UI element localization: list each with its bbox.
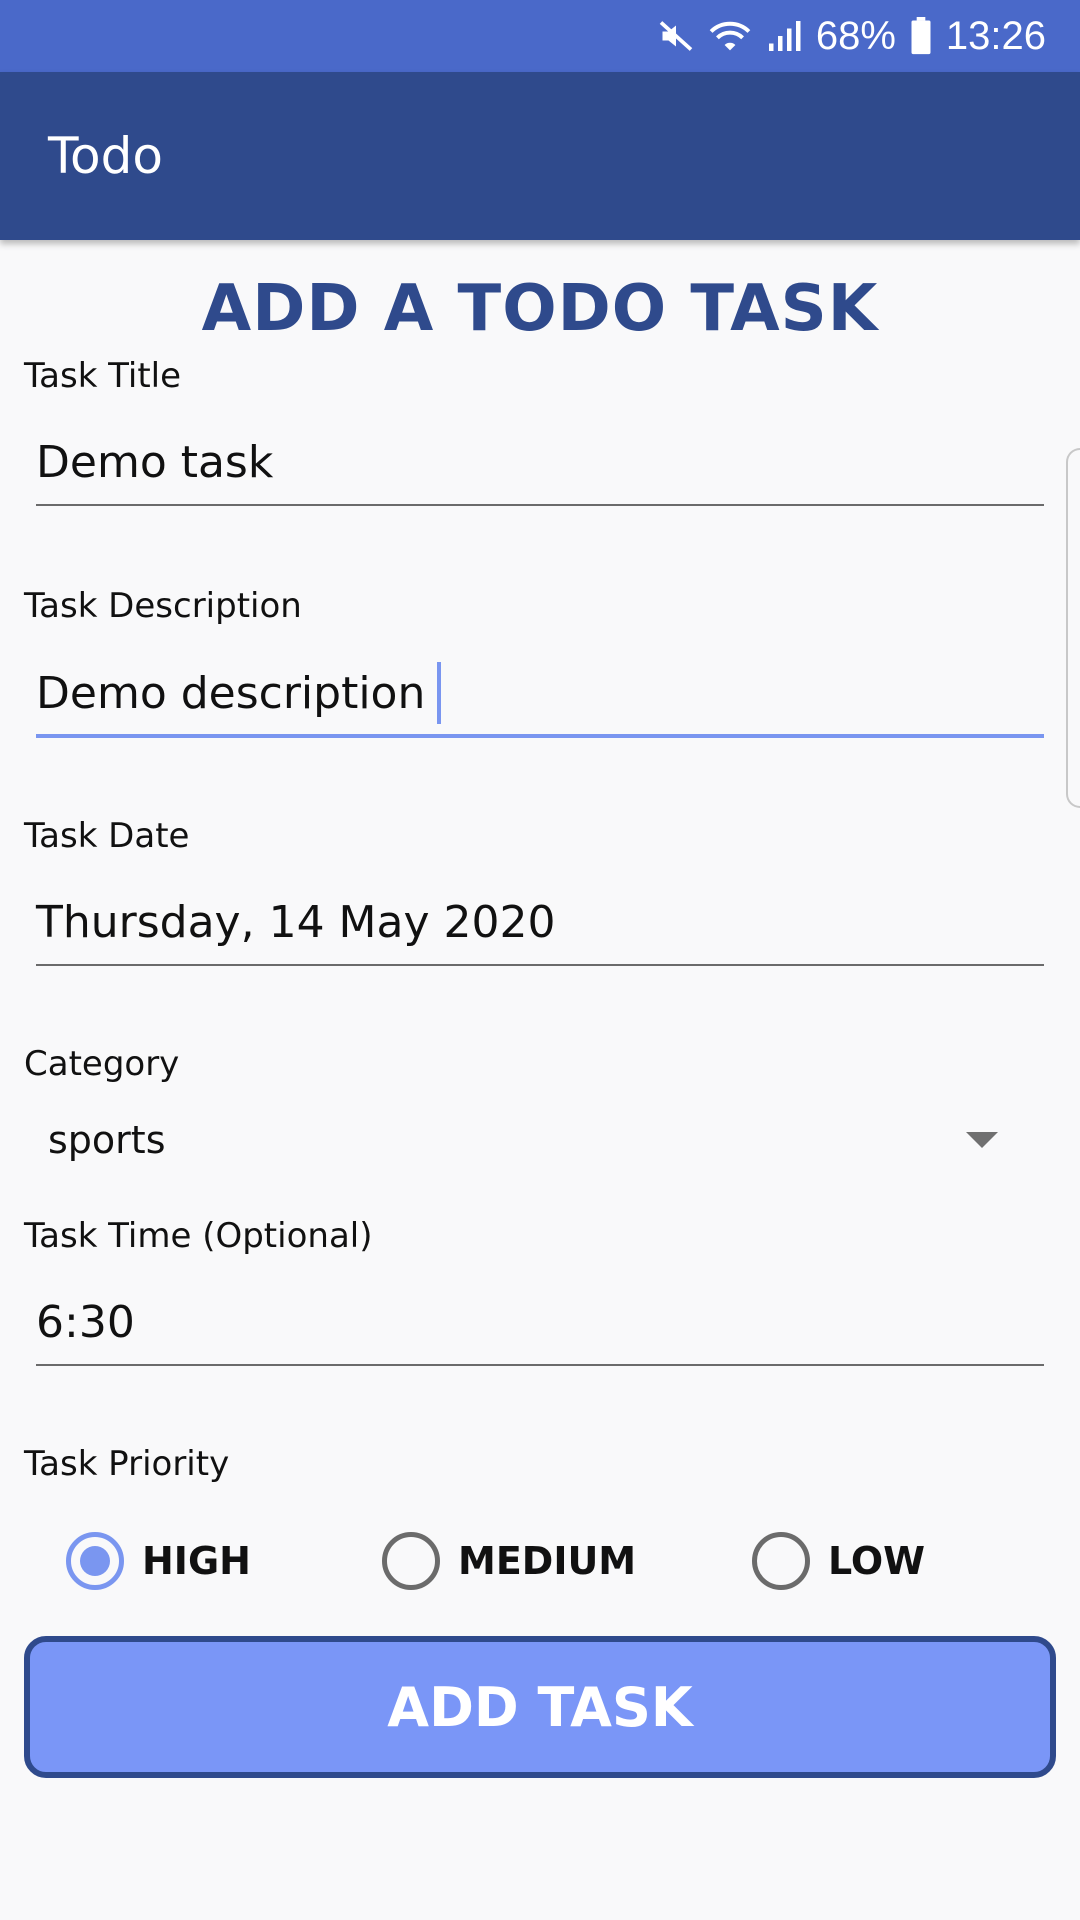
text-cursor xyxy=(437,662,442,724)
mute-icon xyxy=(658,18,694,54)
app-title: Todo xyxy=(48,127,163,185)
priority-medium-label: MEDIUM xyxy=(458,1539,637,1583)
priority-high-label: HIGH xyxy=(142,1539,251,1583)
priority-low-label: LOW xyxy=(828,1539,926,1583)
category-label: Category xyxy=(24,1044,180,1084)
radio-unchecked-icon xyxy=(382,1532,440,1590)
task-title-label: Task Title xyxy=(24,356,182,396)
radio-checked-icon xyxy=(66,1532,124,1590)
app-bar: Todo xyxy=(0,72,1080,240)
status-bar: 68% 13:26 xyxy=(0,0,1080,72)
task-description-input[interactable]: Demo description xyxy=(36,652,1044,738)
category-value: sports xyxy=(48,1118,166,1162)
task-date-label: Task Date xyxy=(24,816,190,856)
priority-low-radio[interactable]: LOW xyxy=(752,1532,925,1590)
task-priority-label: Task Priority xyxy=(24,1444,230,1484)
task-date-input[interactable]: Thursday, 14 May 2020 xyxy=(36,880,1044,966)
task-title-input[interactable]: Demo task xyxy=(36,420,1044,506)
task-description-value: Demo description xyxy=(36,667,426,719)
battery-percent: 68% xyxy=(815,13,896,58)
battery-icon xyxy=(910,17,932,55)
category-dropdown[interactable]: sports xyxy=(48,1100,1008,1180)
task-description-label: Task Description xyxy=(24,586,302,626)
page-title: ADD A TODO TASK xyxy=(201,272,879,346)
priority-high-radio[interactable]: HIGH xyxy=(66,1532,251,1590)
wifi-icon xyxy=(708,18,752,54)
scroll-handle[interactable] xyxy=(1066,448,1080,808)
add-task-button[interactable]: ADD TASK xyxy=(24,1636,1056,1778)
task-time-value: 6:30 xyxy=(36,1296,135,1348)
clock: 13:26 xyxy=(945,13,1046,58)
task-title-value: Demo task xyxy=(36,436,274,488)
radio-unchecked-icon xyxy=(752,1532,810,1590)
priority-medium-radio[interactable]: MEDIUM xyxy=(382,1532,636,1590)
task-time-input[interactable]: 6:30 xyxy=(36,1280,1044,1366)
priority-radio-group: HIGH MEDIUM LOW xyxy=(0,1532,1080,1596)
dropdown-arrow-icon xyxy=(966,1132,998,1148)
task-date-value: Thursday, 14 May 2020 xyxy=(36,896,556,948)
signal-icon xyxy=(766,18,802,54)
task-time-label: Task Time (Optional) xyxy=(24,1216,373,1256)
